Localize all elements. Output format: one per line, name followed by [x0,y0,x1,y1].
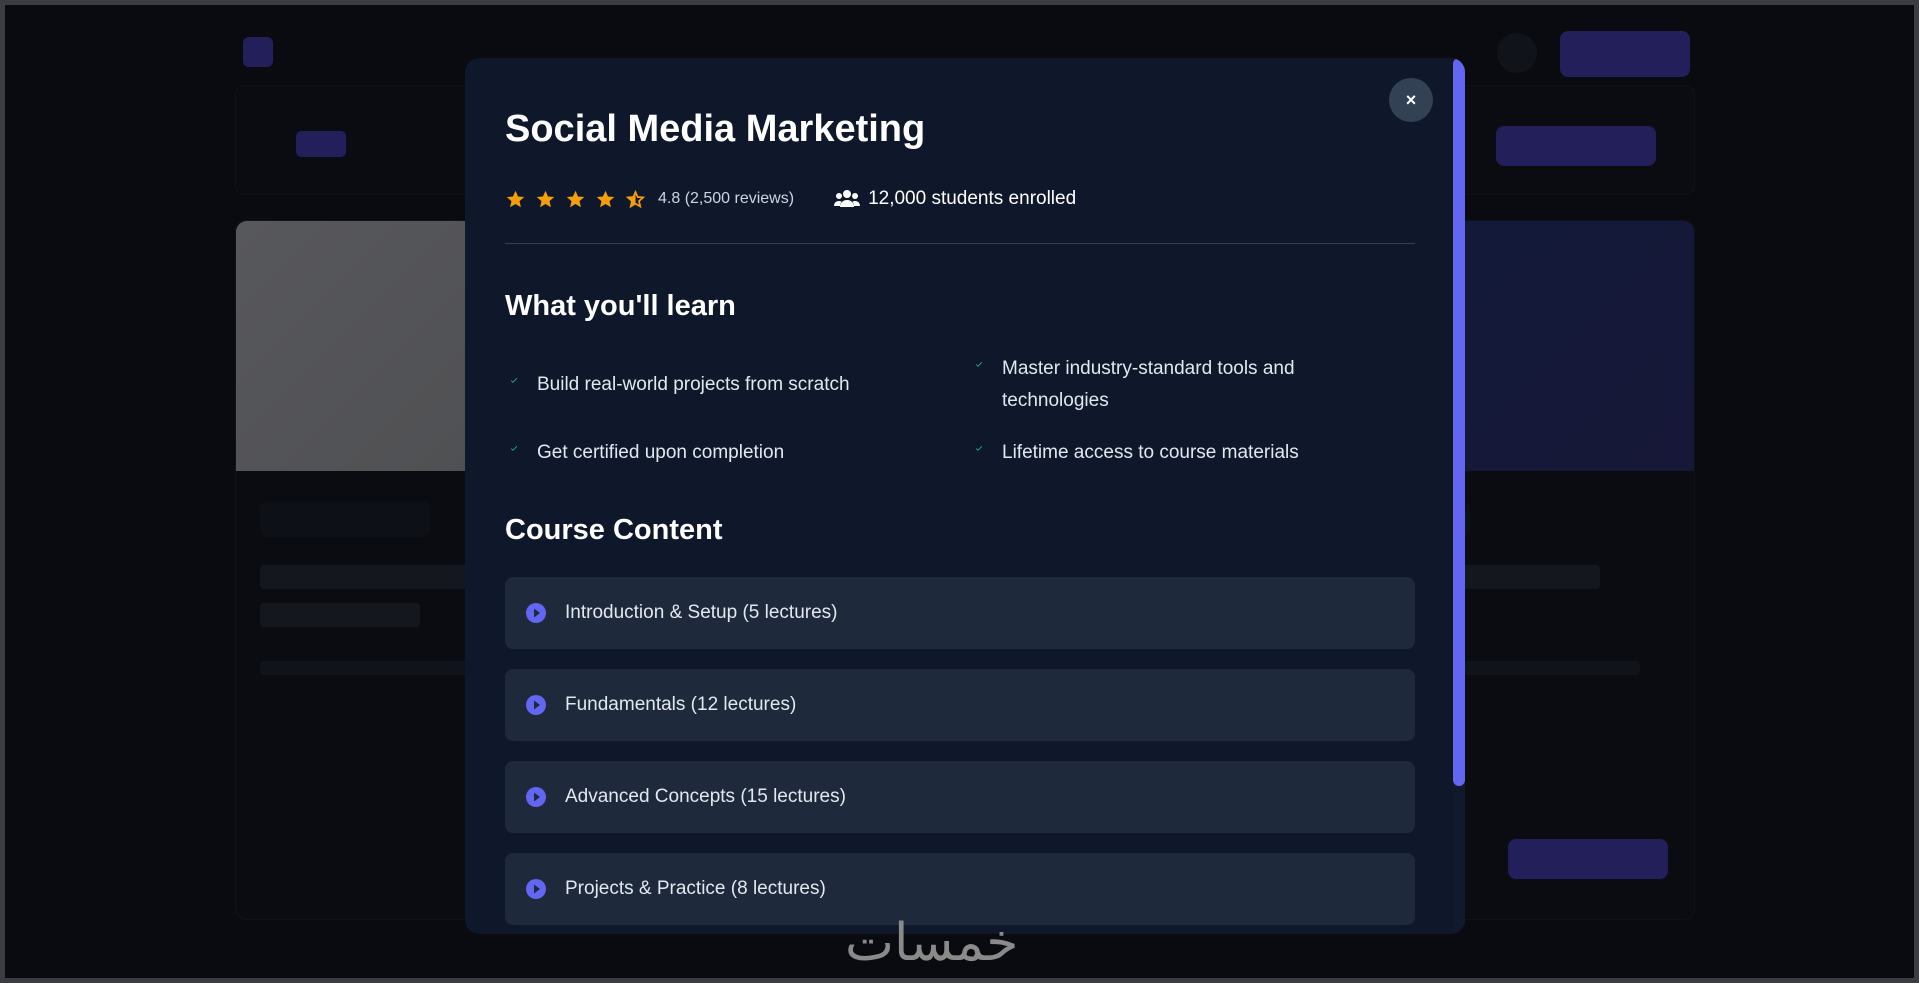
learn-item-text: Get certified upon completion [537,442,785,463]
star-full-icon [536,190,555,207]
theme-toggle-icon [1497,33,1537,73]
star-half-icon [625,189,646,208]
logo-icon [243,37,273,67]
course-section[interactable]: Fundamentals (12 lectures) [505,669,1415,741]
students-enrolled: 12,000 students enrolled [834,188,1076,210]
course-content-heading: Course Content [505,514,723,546]
check-icon [975,362,983,367]
learn-item: Build real-world projects from scratch [505,369,877,401]
play-circle-icon [526,879,546,899]
learn-heading: What you'll learn [505,290,736,322]
play-circle-icon [526,787,546,807]
enroll-button [1508,839,1668,879]
rating-stars [505,189,646,210]
play-circle-icon [526,695,546,715]
course-title: Social Media Marketing [505,108,926,150]
course-title-placeholder [260,603,420,627]
section-label: Introduction & Setup (5 lectures) [565,602,838,623]
window-frame: Social Media Marketing 4.8 (2,500 review… [0,0,1919,983]
close-button[interactable]: × [1389,78,1433,122]
learn-item: Lifetime access to course materials [970,437,1342,469]
price-badge [296,131,346,157]
course-details-modal: Social Media Marketing 4.8 (2,500 review… [465,58,1465,934]
learn-item-text: Lifetime access to course materials [1002,442,1299,463]
scrollbar-thumb[interactable] [1453,58,1465,786]
star-full-icon [566,190,585,207]
learn-item: Get certified upon completion [505,437,877,469]
section-label: Advanced Concepts (15 lectures) [565,786,846,807]
play-circle-icon [526,603,546,623]
check-icon [510,378,518,383]
divider [505,243,1415,244]
course-meta: 4.8 (2,500 reviews) 12,000 students enro… [505,184,1076,214]
star-full-icon [506,190,525,207]
category-chip [260,501,430,537]
enroll-button [1496,126,1656,166]
students-text: 12,000 students enrolled [868,188,1077,209]
login-button [1560,31,1690,77]
course-section[interactable]: Introduction & Setup (5 lectures) [505,577,1415,649]
course-section[interactable]: Advanced Concepts (15 lectures) [505,761,1415,833]
section-label: Projects & Practice (8 lectures) [565,878,826,899]
watermark-logo: خمسات [845,913,1019,973]
close-icon: × [1405,89,1417,110]
learn-item: Master industry-standard tools and techn… [970,353,1342,417]
section-label: Fundamentals (12 lectures) [565,694,797,715]
check-icon [975,446,983,451]
learn-item-text: Build real-world projects from scratch [537,374,850,395]
check-icon [510,446,518,451]
star-full-icon [596,190,615,207]
learn-item-text: Master industry-standard tools and techn… [1002,358,1295,411]
rating-text: 4.8 (2,500 reviews) [658,190,795,207]
users-icon [834,190,861,207]
background-logo [243,37,287,67]
